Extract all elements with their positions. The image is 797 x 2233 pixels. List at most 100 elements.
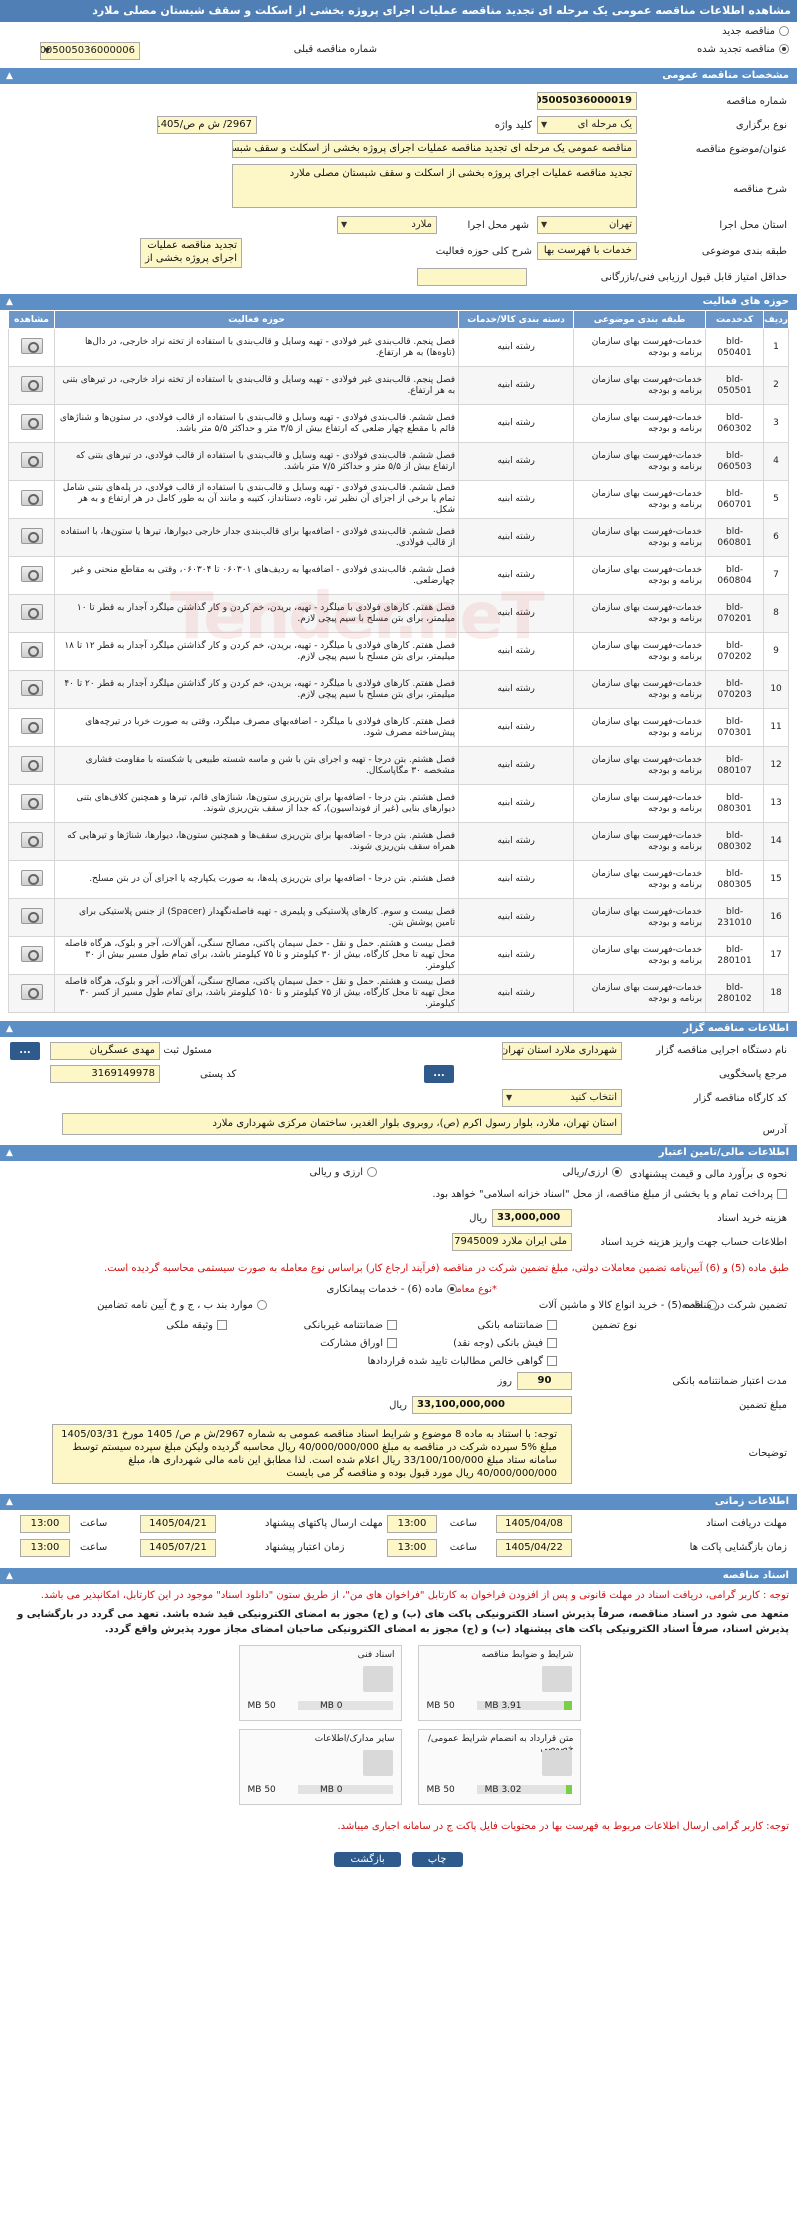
view-details-icon[interactable] — [20, 755, 43, 772]
type-select[interactable]: یک مرحله ای ▼ — [537, 116, 637, 134]
keyword-field[interactable]: 2967/ ش م ص/1405 — [157, 116, 257, 134]
open-date[interactable]: 1405/04/22 — [496, 1539, 572, 1557]
view-details-icon[interactable] — [20, 337, 43, 354]
view-details-icon[interactable] — [20, 641, 43, 658]
category-cell: خدمات-فهرست بهای سازمان برنامه و بودجه — [573, 746, 707, 785]
activity-field[interactable]: تجدید مناقصه عملیات اجرای پروژه بخشی از — [140, 238, 242, 268]
city-select[interactable]: ملارد ▼ — [337, 216, 437, 234]
table-row: 17 bld-280101 خدمات-فهرست بهای سازمان برنا… — [8, 936, 789, 975]
min-score-field[interactable] — [417, 268, 527, 286]
view-details-icon[interactable] — [20, 375, 43, 392]
radio-currency-rial[interactable]: ارزی/ریالی — [562, 1167, 622, 1178]
collapse-icon[interactable]: ▲ — [6, 1145, 13, 1161]
view-details-icon[interactable] — [20, 679, 43, 696]
subject-field[interactable]: مناقصه عمومی یک مرحله ای تجدید مناقصه عم… — [232, 140, 637, 158]
collapse-icon[interactable]: ▲ — [6, 1568, 13, 1584]
radio-deal-other[interactable]: موارد بند ب ، ج و خ آیین نامه تضامین — [97, 1300, 267, 1311]
amount-field[interactable]: 33,100,000,000 — [412, 1396, 572, 1414]
view-details-icon[interactable] — [20, 945, 43, 962]
view-cell — [8, 328, 55, 367]
goods-group-cell: رشته ابنیه — [458, 746, 575, 785]
view-details-icon[interactable] — [20, 793, 43, 810]
opt-claims[interactable]: گواهی خالص مطالبات تایید شده قراردادها — [367, 1356, 557, 1367]
view-details-icon[interactable] — [20, 717, 43, 734]
view-details-icon[interactable] — [20, 983, 43, 1000]
service-code-cell: bld-060804 — [705, 556, 765, 595]
org-lookup-button[interactable]: ... — [10, 1042, 40, 1060]
valid-time[interactable]: 13:00 — [20, 1539, 70, 1557]
print-button[interactable]: چاپ — [411, 1852, 463, 1867]
guar-label: تضمین شرکت در مناقصه — [681, 1300, 787, 1311]
opt-property[interactable]: وثیقه ملکی — [166, 1320, 227, 1331]
send-time[interactable]: 13:00 — [20, 1515, 70, 1533]
back-button[interactable]: بازگشت — [334, 1852, 401, 1867]
collapse-icon[interactable]: ▲ — [6, 1494, 13, 1510]
province-select[interactable]: تهران ▼ — [537, 216, 637, 234]
open-time[interactable]: 13:00 — [387, 1539, 437, 1557]
collapse-icon[interactable]: ▲ — [6, 68, 13, 84]
table-row: 6 bld-060801 خدمات-فهرست بهای سازمان برنام… — [8, 518, 789, 557]
view-details-icon[interactable] — [20, 907, 43, 924]
doc-box-contract[interactable]: متن قرارداد به انضمام شرایط عمومی/خصوصی … — [417, 1729, 581, 1805]
prev-number-select[interactable]: 2005005036000006 ▼ — [40, 42, 140, 60]
view-details-icon[interactable] — [20, 831, 43, 848]
category-cell: خدمات-فهرست بهای سازمان برنامه و بودجه — [573, 708, 707, 747]
docs-note-1: توجه : کاربر گرامی، دریافت اسناد در مهلت… — [40, 1590, 789, 1601]
time-label: ساعت — [80, 1542, 108, 1553]
radio-icon — [779, 44, 789, 54]
partial-checkbox[interactable]: پرداخت تمام و یا بخشی از مبلغ مناقصه، از… — [432, 1189, 787, 1200]
activities-table: ردیف کدخدمت طبقه بندی موضوعی دسته بندی ک… — [8, 310, 789, 1013]
view-details-icon[interactable] — [20, 413, 43, 430]
view-details-icon[interactable] — [20, 451, 43, 468]
doc-box-technical[interactable]: اسناد فنی 0 MB 50 MB — [238, 1645, 402, 1721]
collapse-icon[interactable]: ▲ — [6, 1021, 13, 1037]
doc-box-other[interactable]: سایر مدارک/اطلاعات 0 MB 50 MB — [238, 1729, 402, 1805]
org-field[interactable]: شهرداری ملارد استان تهران — [502, 1042, 622, 1060]
chevron-down-icon: ▼ — [541, 220, 548, 229]
goods-group-cell: رشته ابنیه — [458, 328, 575, 367]
resp-field[interactable]: مهدی عسگریان — [50, 1042, 160, 1060]
row-number-cell: 11 — [763, 708, 789, 747]
notes-field[interactable]: توجه: با استناد به ماده 8 موضوع و شرایط … — [52, 1424, 572, 1484]
recv-time[interactable]: 13:00 — [387, 1515, 437, 1533]
category-field[interactable]: خدمات با فهرست بها — [537, 242, 637, 260]
radio-renewed-tender[interactable]: مناقصه تجدید شده — [697, 44, 789, 55]
fee-label: هزینه خرید اسناد — [717, 1213, 787, 1224]
desc-field[interactable]: تجدید مناقصه عملیات اجرای پروژه بخشی از … — [232, 164, 637, 208]
opt-label: اوراق مشارکت — [320, 1338, 383, 1349]
view-details-icon[interactable] — [20, 869, 43, 886]
radio-deal-6[interactable]: ماده (6) - خدمات پیمانکاری — [327, 1284, 457, 1295]
collapse-icon[interactable]: ▲ — [6, 294, 13, 310]
number-field[interactable]: 2005005036000019 — [537, 92, 637, 110]
guar-type-label: نوع تضمین — [592, 1320, 637, 1331]
account-field[interactable]: ملی ایران ملارد 2427945009 — [452, 1233, 572, 1251]
view-details-icon[interactable] — [20, 527, 43, 544]
view-details-icon[interactable] — [20, 565, 43, 582]
activity-desc-cell: فصل بیست و هشتم. حمل و نقل - حمل سیمان پ… — [53, 974, 460, 1013]
opt-cash[interactable]: فیش بانکی (وجه نقد) — [453, 1338, 557, 1349]
ref-lookup-button[interactable]: ... — [424, 1065, 454, 1083]
guarantee-warning: طبق ماده (5) و (6) آیین‌نامه تضمین معامل… — [104, 1263, 789, 1274]
days-field[interactable]: 90 — [517, 1372, 572, 1390]
activity-desc-cell: فصل هشتم. بتن درجا - اضافه‌بها برای بتن‌… — [53, 784, 460, 823]
general-form: شماره مناقصه 2005005036000019 نوع برگزار… — [0, 84, 797, 286]
radio-new-tender[interactable]: مناقصه جدید — [722, 26, 789, 37]
opt-bank-guarantee[interactable]: ضمانتنامه بانکی — [477, 1320, 557, 1331]
address-field[interactable]: استان تهران، ملارد، بلوار رسول اکرم (ص)،… — [62, 1113, 622, 1135]
postal-field[interactable]: 3169149978 — [50, 1065, 160, 1083]
currency-rial-label: ارزی/ریالی — [562, 1167, 608, 1178]
opt-nonbank-guarantee[interactable]: ضمانتنامه غیربانکی — [304, 1320, 397, 1331]
fee-field[interactable]: 33,000,000 — [492, 1209, 572, 1227]
view-details-icon[interactable] — [20, 603, 43, 620]
radio-currency-fx[interactable]: ارزی و ریالی — [310, 1167, 377, 1178]
view-details-icon[interactable] — [20, 489, 43, 506]
category-label: طبقه بندی موضوعی — [701, 246, 787, 257]
opt-bonds[interactable]: اوراق مشارکت — [320, 1338, 397, 1349]
valid-date[interactable]: 1405/07/21 — [140, 1539, 216, 1557]
category-cell: خدمات-فهرست بهای سازمان برنامه و بودجه — [573, 594, 707, 633]
recv-date[interactable]: 1405/04/08 — [496, 1515, 572, 1533]
send-date[interactable]: 1405/04/21 — [140, 1515, 216, 1533]
min-score-label: حداقل امتیاز قابل قبول ارزیابی فنی/بازرگ… — [600, 272, 787, 283]
doc-box-terms[interactable]: شرایط و ضوابط مناقصه 3.91 MB 50 MB — [417, 1645, 581, 1721]
workshop-select[interactable]: انتخاب کنید ▼ — [502, 1089, 622, 1107]
